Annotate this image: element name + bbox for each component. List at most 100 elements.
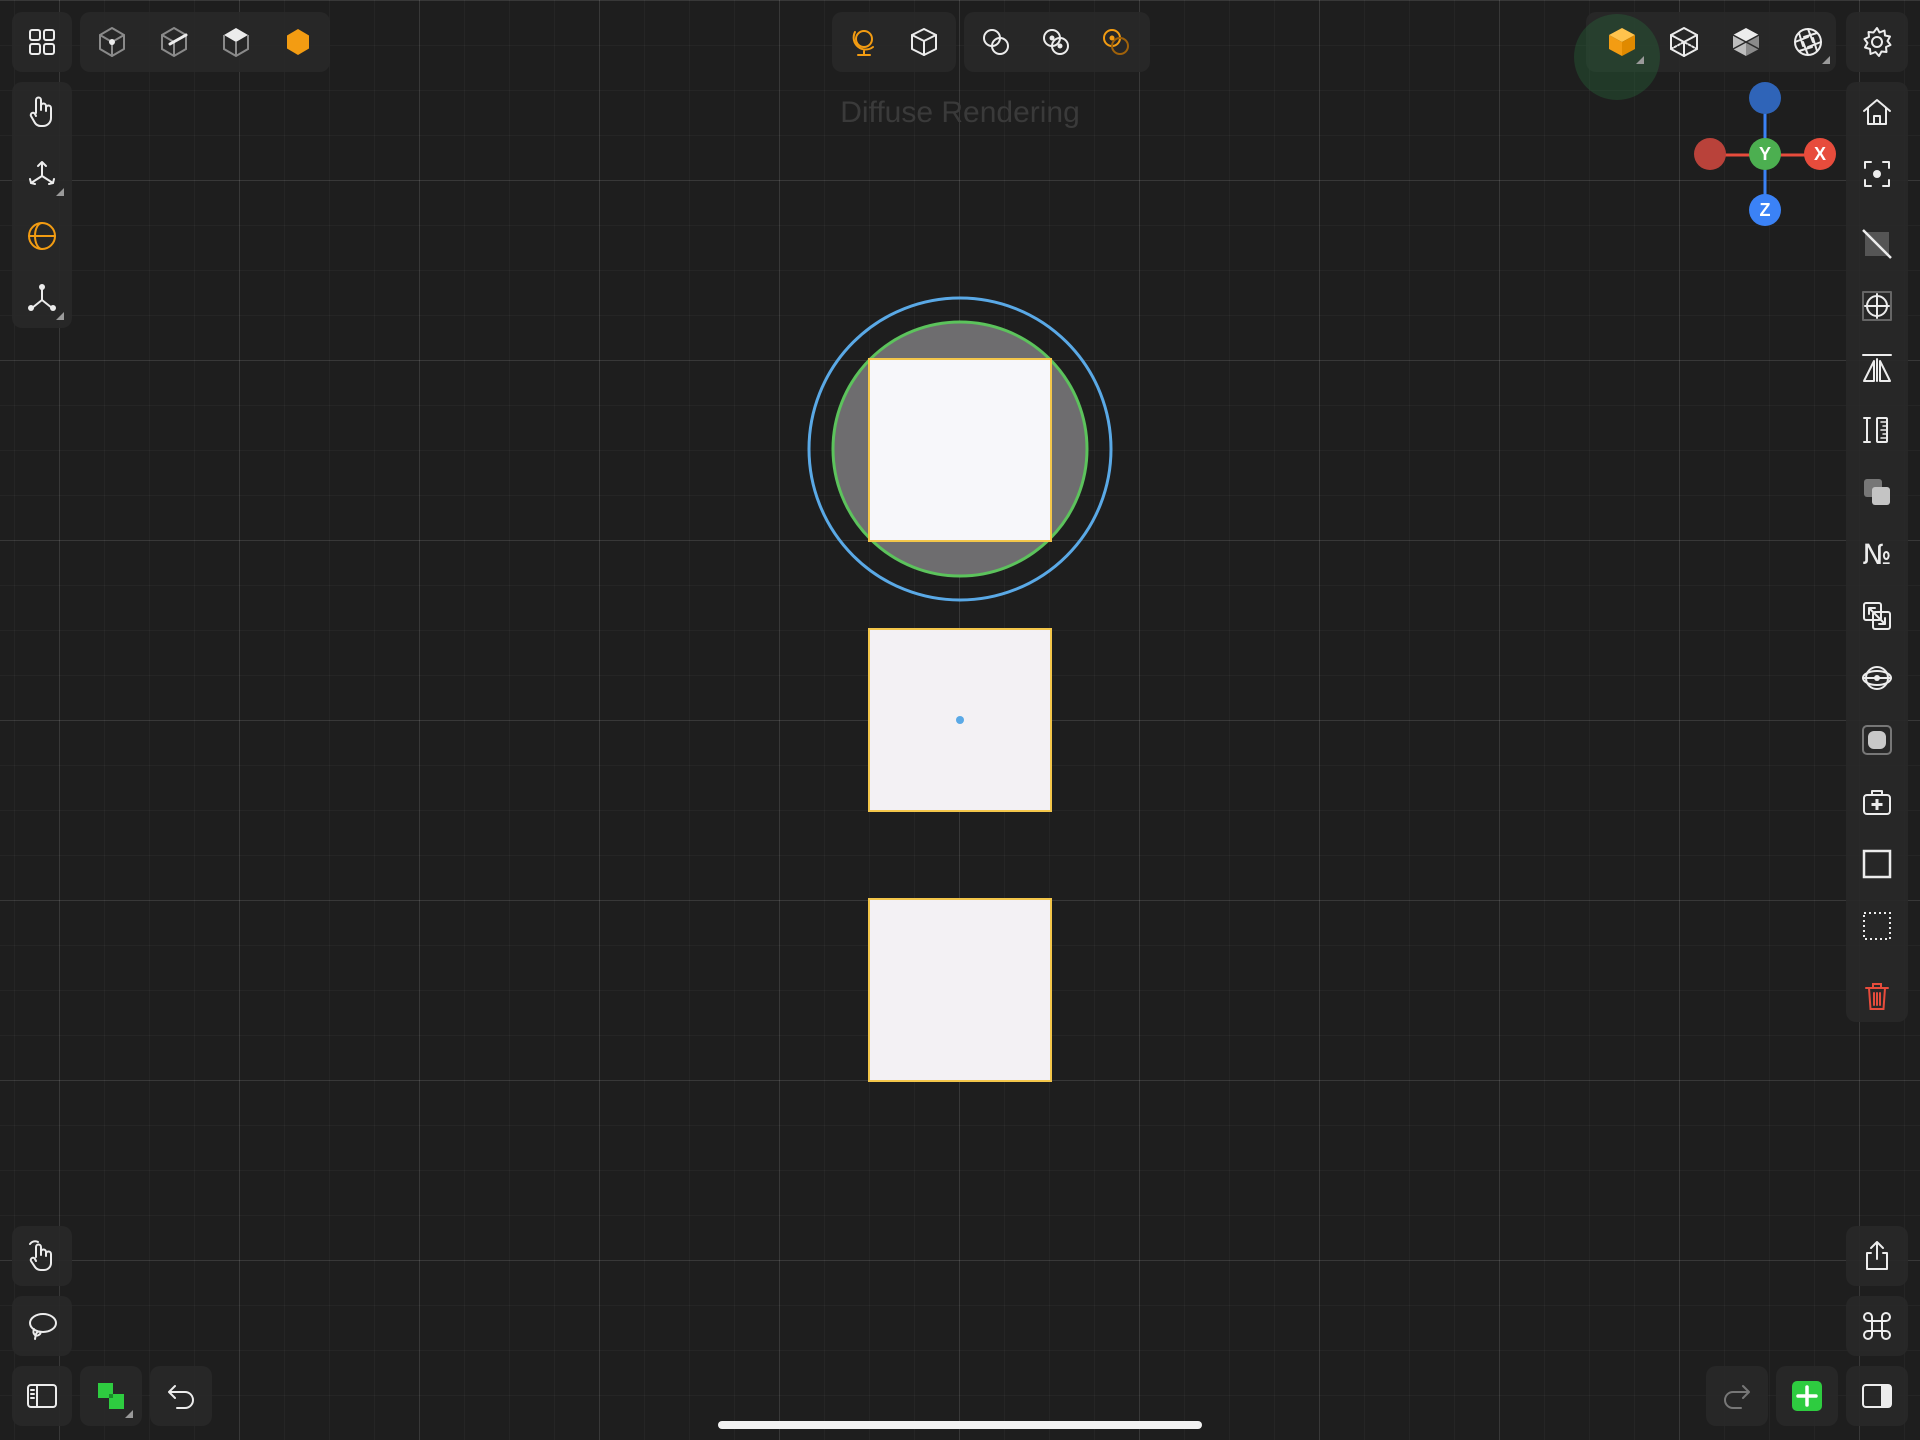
face-mode-button[interactable] — [210, 16, 262, 68]
merge-button[interactable] — [1851, 590, 1903, 642]
trash-icon — [1865, 983, 1889, 1010]
plane-object-3[interactable] — [868, 898, 1052, 1082]
lasso-icon — [29, 1313, 57, 1340]
square-icon — [1862, 849, 1892, 879]
duplicate-button[interactable] — [1851, 466, 1903, 518]
edge-mode-button[interactable] — [148, 16, 200, 68]
cube-snap-icon — [911, 28, 937, 56]
command-button[interactable] — [1851, 1300, 1903, 1352]
axes-icon — [28, 284, 56, 311]
cube-solid-icon — [1609, 28, 1635, 56]
cube-wire-icon — [1670, 27, 1698, 57]
corner-indicator — [56, 188, 64, 196]
repair-button[interactable] — [1851, 776, 1903, 828]
gesture-icon — [29, 1240, 52, 1271]
sidebar-right-icon — [1862, 1384, 1892, 1408]
share-button[interactable] — [1851, 1230, 1903, 1282]
vertex-mode-button[interactable] — [86, 16, 138, 68]
grid-menu-button[interactable] — [16, 16, 68, 68]
section-view-button[interactable] — [1851, 652, 1903, 704]
move-tool-button[interactable] — [16, 148, 68, 200]
camera-aperture-button[interactable] — [1782, 16, 1834, 68]
corner-indicator — [1636, 56, 1644, 64]
globe-snap-icon — [852, 30, 874, 56]
circles-icon — [983, 29, 1009, 55]
axis-x-handle[interactable]: X — [1804, 138, 1836, 170]
move-axes-icon — [29, 161, 55, 185]
hand-tool-button[interactable] — [16, 86, 68, 138]
settings-icon — [1863, 27, 1892, 57]
axis-neg-x-handle[interactable] — [1694, 138, 1726, 170]
sidebar-left-icon — [27, 1384, 57, 1408]
home-icon — [1863, 99, 1891, 125]
toggle-right-sidebar-button[interactable] — [1851, 1370, 1903, 1422]
solid-render-button[interactable] — [1596, 16, 1648, 68]
hand-icon — [29, 96, 52, 127]
cube-edge-icon — [161, 26, 188, 58]
shaded-render-button[interactable] — [1720, 16, 1772, 68]
material-button[interactable] — [1851, 714, 1903, 766]
union-button[interactable] — [970, 16, 1022, 68]
aperture-icon — [1794, 28, 1822, 56]
bounding-box-button[interactable] — [1851, 838, 1903, 890]
lasso-button[interactable] — [16, 1300, 68, 1352]
corner-indicator — [1822, 56, 1830, 64]
redo-icon — [1724, 1385, 1750, 1409]
dotted-square-icon — [1863, 912, 1891, 940]
layers-button[interactable] — [85, 1370, 137, 1422]
axis-neg-z-handle[interactable] — [1749, 82, 1781, 114]
viewport-title: Diffuse Rendering — [840, 96, 1080, 129]
undo-icon — [168, 1385, 194, 1409]
hexagon-object-icon — [287, 29, 309, 55]
toggle-left-sidebar-button[interactable] — [16, 1370, 68, 1422]
measure-button[interactable] — [1851, 404, 1903, 456]
snap-target-icon — [1862, 291, 1892, 321]
snap-target-button[interactable] — [1851, 280, 1903, 332]
selected-plane-object[interactable] — [868, 358, 1052, 542]
corner-indicator — [56, 312, 64, 320]
measure-icon — [1863, 417, 1888, 443]
object-pivot-point — [956, 716, 964, 724]
number-icon: № — [1862, 537, 1892, 571]
command-icon — [1863, 1312, 1891, 1340]
cube-vertex-icon — [99, 27, 125, 57]
share-icon — [1866, 1241, 1888, 1270]
axis-y-handle[interactable]: Y — [1749, 138, 1781, 170]
mirror-button[interactable] — [1851, 342, 1903, 394]
undo-button[interactable] — [155, 1370, 207, 1422]
select-region-button[interactable] — [1851, 900, 1903, 952]
wireframe-render-button[interactable] — [1658, 16, 1710, 68]
cube-shaded-icon — [1732, 28, 1760, 56]
redo-button[interactable] — [1711, 1370, 1763, 1422]
mirror-icon — [1862, 354, 1892, 382]
add-object-button[interactable] — [1781, 1370, 1833, 1422]
focus-icon — [1864, 161, 1890, 187]
home-indicator[interactable] — [718, 1421, 1202, 1429]
duplicate-icon — [1864, 479, 1890, 505]
intersect-button[interactable] — [1030, 16, 1082, 68]
plane-object-2[interactable] — [868, 628, 1052, 812]
add-icon — [1792, 1381, 1822, 1411]
hide-button[interactable] — [1851, 218, 1903, 270]
material-icon — [1862, 725, 1892, 755]
section-icon — [1862, 666, 1892, 690]
rotate-tool-button[interactable] — [16, 210, 68, 262]
gesture-button[interactable] — [16, 1230, 68, 1282]
subtract-button[interactable] — [1090, 16, 1142, 68]
home-view-button[interactable] — [1851, 86, 1903, 138]
cube-snap-button[interactable] — [898, 16, 950, 68]
globe-snap-button[interactable] — [838, 16, 890, 68]
settings-button[interactable] — [1851, 16, 1903, 68]
merge-icon — [1863, 602, 1891, 630]
axis-z-handle[interactable]: Z — [1749, 194, 1781, 226]
corner-indicator — [125, 1410, 133, 1418]
hide-icon — [1862, 229, 1892, 259]
scale-tool-button[interactable] — [16, 272, 68, 324]
focus-selection-button[interactable] — [1851, 148, 1903, 200]
delete-button[interactable] — [1851, 970, 1903, 1022]
object-mode-button[interactable] — [272, 16, 324, 68]
numbering-button[interactable]: № — [1851, 528, 1903, 580]
circles-orange-icon — [1103, 29, 1129, 55]
layers-icon — [98, 1383, 124, 1409]
circles-dot-icon — [1043, 29, 1069, 55]
